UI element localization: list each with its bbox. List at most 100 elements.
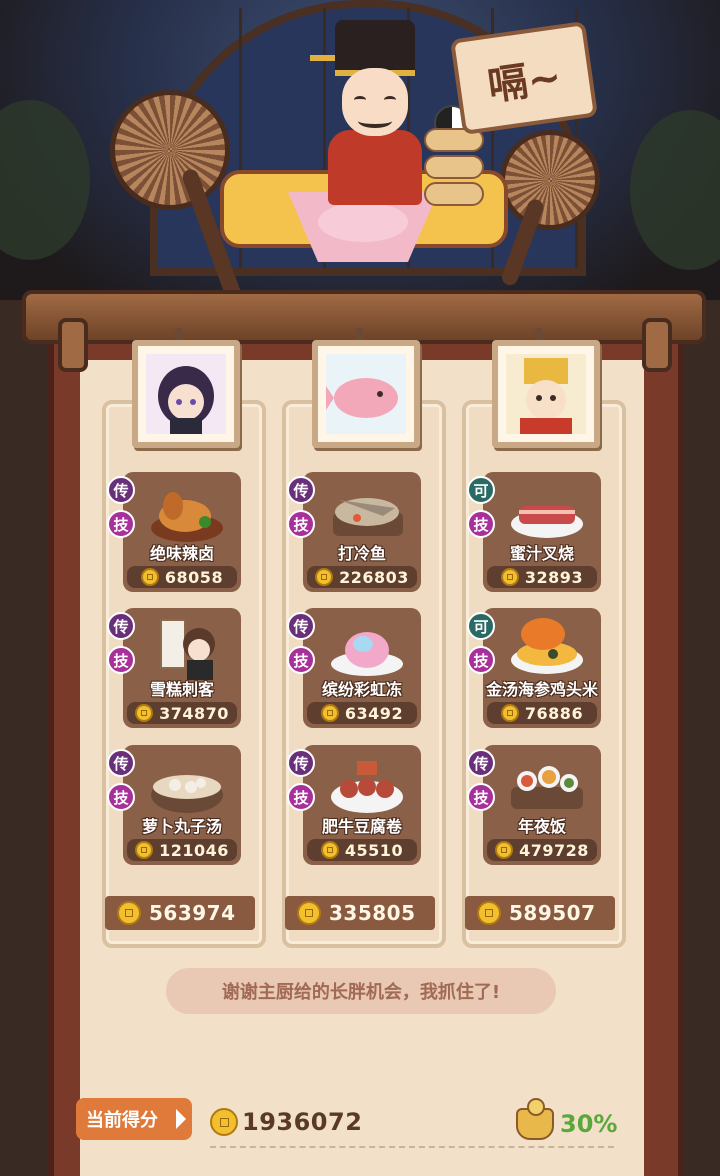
- available-badge: 可: [467, 476, 495, 504]
- portrait-chibi-girl[interactable]: [132, 340, 240, 448]
- coin-icon: [140, 568, 159, 586]
- money-bag-icon: [516, 1098, 554, 1140]
- left-fan-icon: [110, 90, 230, 210]
- portrait-pink-fish[interactable]: [312, 340, 420, 448]
- dish-price: 374870: [127, 702, 237, 724]
- column-total: 589507: [465, 896, 615, 930]
- dish-card[interactable]: 绝味辣卤 68058: [123, 472, 241, 592]
- legend-badge: 传: [287, 476, 315, 504]
- right-fan-icon: [500, 130, 600, 230]
- girl-avatar-icon: [146, 354, 226, 434]
- skill-badge: 技: [467, 783, 495, 811]
- skill-badge: 技: [107, 510, 135, 538]
- skill-badge: 技: [287, 646, 315, 674]
- coin-icon: [135, 841, 154, 859]
- dish-name: 绝味辣卤: [149, 544, 214, 563]
- bonus-indicator: 30%: [516, 1098, 618, 1140]
- dish-card[interactable]: 年夜饭 479728: [483, 745, 601, 865]
- dish-price-value: 68058: [164, 567, 224, 587]
- red-robe: [328, 130, 422, 205]
- dish-card[interactable]: 打冷鱼 226803: [303, 472, 421, 592]
- dish-price-value: 32893: [524, 567, 584, 587]
- dish-name: 萝卜丸子汤: [141, 817, 222, 836]
- dish-price: 121046: [127, 839, 237, 861]
- skill-badge: 技: [467, 510, 495, 538]
- divider: [210, 1146, 614, 1148]
- burp-speech-sign: 嗝~: [449, 21, 599, 135]
- dish-card[interactable]: 萝卜丸子汤 121046: [123, 745, 241, 865]
- coin-icon: [320, 704, 339, 722]
- dish-price-value: 479728: [519, 840, 589, 860]
- judge-quote: 谢谢主厨给的长胖机会，我抓住了!: [166, 968, 556, 1014]
- rod-cap-left: [58, 318, 88, 372]
- dish-price-value: 45510: [344, 840, 404, 860]
- coin-icon: [500, 704, 519, 722]
- column-total: 563974: [105, 896, 255, 930]
- bun-stack-icon: [424, 128, 484, 206]
- scroll-rod: [22, 290, 706, 344]
- dish-price: 479728: [487, 839, 597, 861]
- coin-icon: [477, 901, 501, 925]
- quote-text: 谢谢主厨给的长胖机会，我抓住了!: [221, 982, 501, 1003]
- coin-icon: [320, 841, 339, 859]
- dish-card[interactable]: 肥牛豆腐卷 45510: [303, 745, 421, 865]
- dish-card[interactable]: 缤纷彩虹冻 63492: [303, 608, 421, 728]
- play-arrow-icon: [176, 1109, 186, 1129]
- legend-badge: 传: [107, 476, 135, 504]
- skill-badge: 技: [107, 646, 135, 674]
- current-score-tab[interactable]: 当前得分: [76, 1098, 192, 1140]
- rainbow-jelly-icon: [331, 632, 403, 676]
- column-total-value: 563974: [149, 901, 236, 925]
- dish-name: 年夜饭: [517, 817, 566, 836]
- dish-price: 32893: [487, 566, 597, 588]
- coin-icon: [297, 901, 321, 925]
- legend-badge: 传: [287, 749, 315, 777]
- dish-name: 肥牛豆腐卷: [321, 817, 402, 836]
- cold-fish-dish-icon: [333, 498, 403, 536]
- mustache-icon: [358, 114, 392, 128]
- legend-badge: 传: [107, 749, 135, 777]
- column-total-value: 589507: [509, 901, 596, 925]
- dish-price: 45510: [307, 839, 417, 861]
- coin-icon: [500, 568, 519, 586]
- dish-price: 76886: [487, 702, 597, 724]
- coin-icon: [117, 901, 141, 925]
- golden-soup-icon: [511, 618, 583, 674]
- skill-badge: 技: [107, 783, 135, 811]
- game-scene: 嗝~ 绝味辣卤 68058 传 技 雪糕刺客 374870 传 技 萝卜丸子汤 …: [0, 0, 720, 1176]
- skill-badge: 技: [287, 783, 315, 811]
- coin-icon: [495, 841, 514, 859]
- dish-name: 缤纷彩虹冻: [321, 680, 402, 699]
- coin-icon: [135, 704, 154, 722]
- dish-price: 226803: [307, 566, 417, 588]
- dish-card[interactable]: 蜜汁叉烧 32893: [483, 472, 601, 592]
- radish-meatball-soup-icon: [151, 775, 223, 813]
- judge-face: [342, 68, 408, 136]
- column-total: 335805: [285, 896, 435, 930]
- spicy-braised-dish-icon: [151, 492, 223, 542]
- legend-badge: 传: [287, 612, 315, 640]
- coin-icon: [210, 1108, 238, 1136]
- dish-price-value: 374870: [159, 703, 229, 723]
- dish-card[interactable]: 雪糕刺客 374870: [123, 608, 241, 728]
- dish-price-value: 63492: [344, 703, 404, 723]
- skill-badge: 技: [467, 646, 495, 674]
- ice-cream-character-icon: [160, 619, 215, 680]
- right-eye: [384, 96, 396, 104]
- bonus-percent: 30%: [560, 1110, 618, 1138]
- column-total-value: 335805: [329, 901, 416, 925]
- dish-name: 打冷鱼: [337, 544, 386, 563]
- speech-text: 嗝~: [484, 54, 565, 110]
- dish-price: 63492: [307, 702, 417, 724]
- dish-name: 金汤海参鸡头米: [485, 680, 598, 699]
- judge-character: [310, 20, 430, 205]
- dish-card[interactable]: 金汤海参鸡头米 76886: [483, 608, 601, 728]
- coin-icon: [315, 568, 334, 586]
- portrait-deity[interactable]: [492, 340, 600, 448]
- score-total-value: 1936072: [242, 1108, 363, 1136]
- deity-avatar-icon: [506, 354, 586, 434]
- dish-name: 雪糕刺客: [149, 680, 214, 699]
- pink-fish-icon: [326, 354, 406, 434]
- dish-name: 蜜汁叉烧: [509, 544, 574, 563]
- current-score-label: 当前得分: [86, 1110, 158, 1131]
